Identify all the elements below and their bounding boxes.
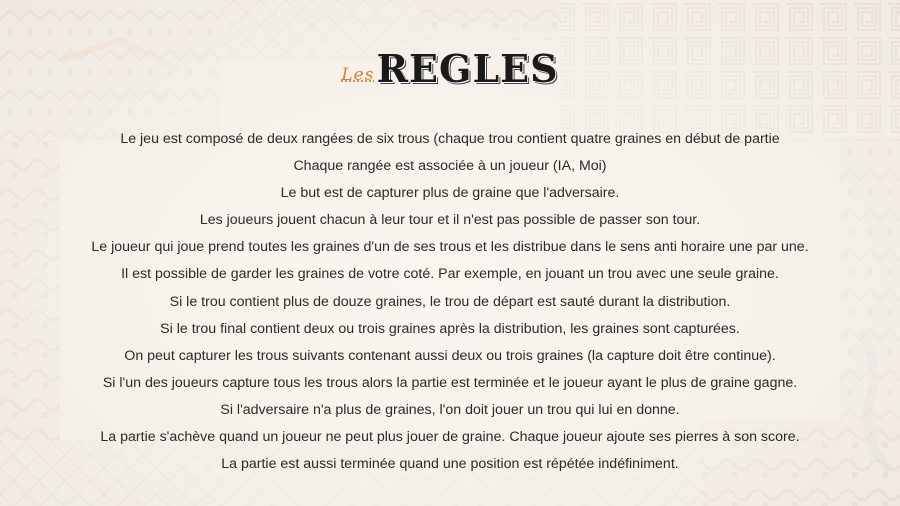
rule-item: On peut capturer les trous suivants cont… [124, 347, 776, 364]
rule-item: La partie est aussi terminée quand une p… [221, 456, 679, 473]
title-prefix: Les [341, 65, 375, 85]
title-main: REGLES [376, 46, 559, 91]
rule-item: Les joueurs jouent chacun à leur tour et… [199, 212, 701, 229]
rules-list: Le jeu est composé de deux rangées de si… [20, 126, 880, 478]
rule-item: Si le trou final contient deux ou trois … [160, 320, 740, 337]
rule-item: La partie s'achève quand un joueur ne pe… [100, 429, 800, 446]
page-title: Les REGLES [0, 46, 900, 91]
rule-item: Le joueur qui joue prend toutes les grai… [91, 239, 809, 256]
rules-panel: Les REGLES Le jeu est composé de deux ra… [0, 0, 900, 506]
rule-item: Si le trou contient plus de douze graine… [169, 293, 731, 310]
rule-item: Si l'un des joueurs capture tous les tro… [102, 374, 798, 391]
rule-item: Il est possible de garder les graines de… [121, 266, 779, 283]
rule-item: Le jeu est composé de deux rangées de si… [120, 131, 780, 147]
rule-item: Chaque rangée est associée à un joueur (… [293, 158, 607, 175]
rule-item: Si l'adversaire n'a plus de graines, l'o… [220, 401, 680, 418]
rule-item: Le but est de capturer plus de graine qu… [280, 185, 620, 202]
